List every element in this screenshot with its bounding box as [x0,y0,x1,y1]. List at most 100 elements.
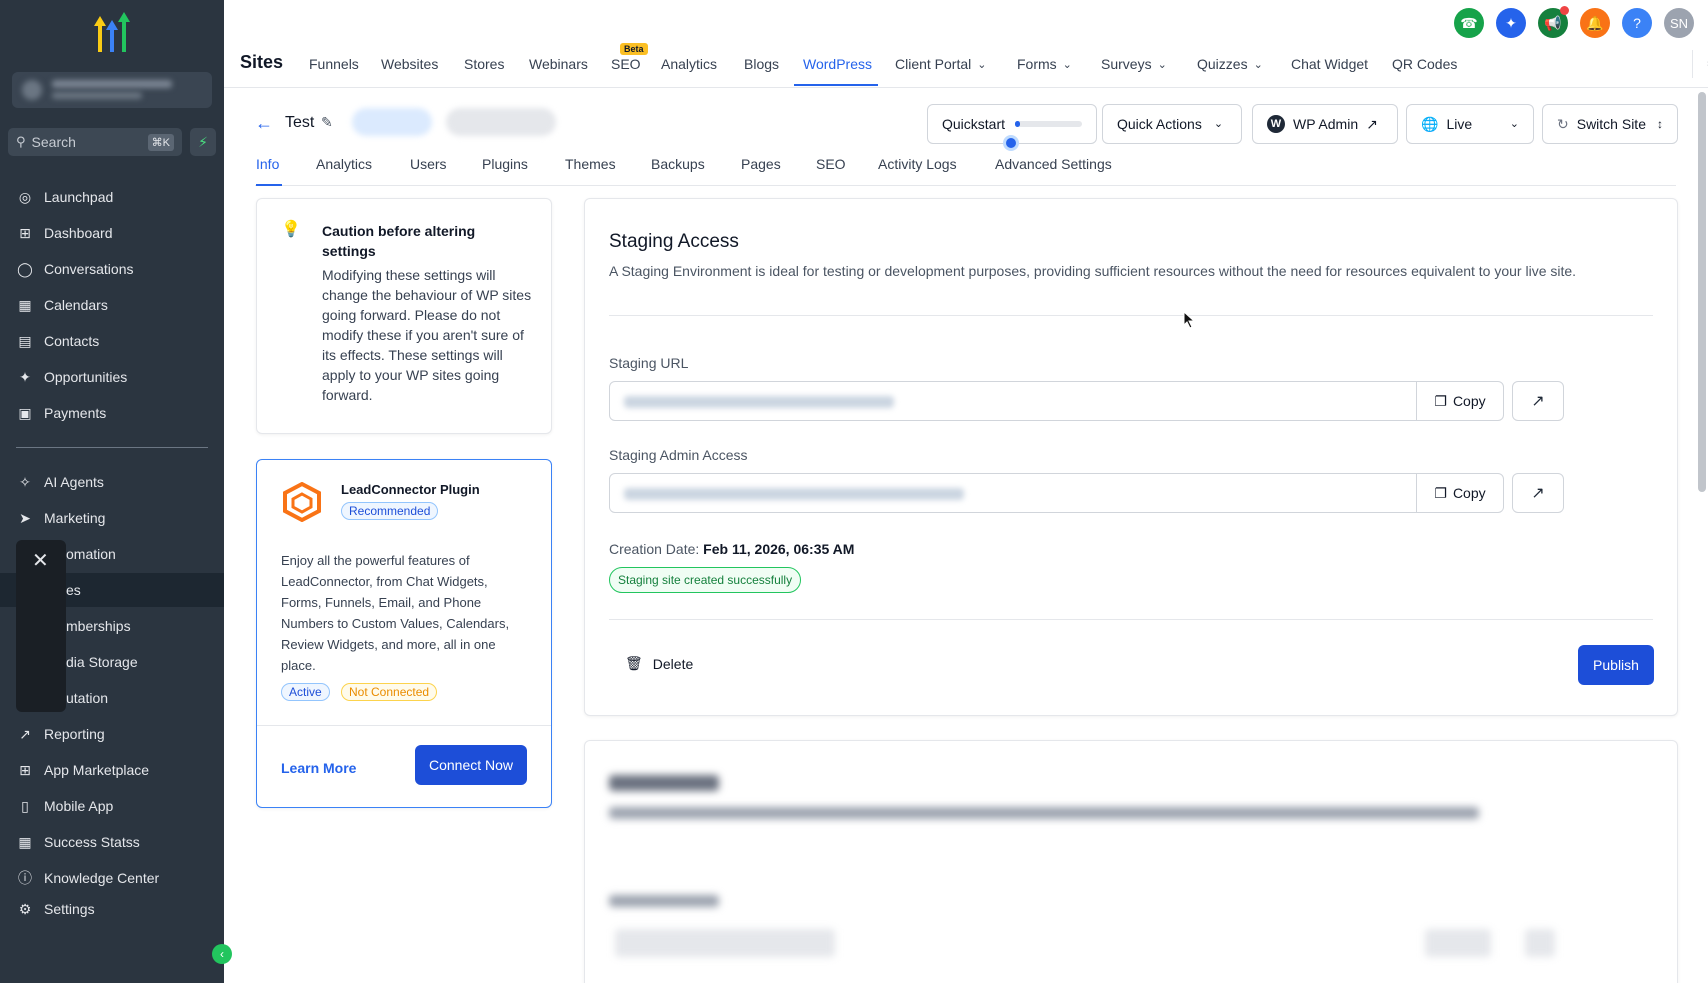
edit-pencil-icon[interactable]: ✎ [321,114,333,131]
top-navigation: Sites Funnels Websites Stores Webinars SEO Be… [224,0,1708,88]
publish-button[interactable]: Publish [1578,645,1654,685]
copy-staging-admin-button[interactable]: ❐ Copy [1416,473,1504,513]
top-tab[interactable]: Funnels [309,56,359,72]
top-tab-label: Client Portal [895,56,972,72]
account-switcher[interactable] [12,72,212,108]
subtab[interactable]: Analytics [316,156,372,172]
connect-now-button[interactable]: Connect Now [415,745,527,785]
sidebar-item[interactable]: ◎ Launchpad [0,180,224,214]
payments-icon: ▣ [18,404,32,421]
scrollbar[interactable] [1698,92,1706,492]
phone-button[interactable]: ☎ [1454,8,1484,38]
avatar[interactable]: SN [1664,8,1694,38]
subtab[interactable]: Pages [741,156,781,172]
sidebar-search[interactable]: ⚲ Search ⌘K [8,128,182,156]
quick-actions-button[interactable]: Quick Actions ⌄ [1102,104,1242,144]
top-tab[interactable]: SEO [611,56,641,72]
sidebar-item-label: AI Agents [44,474,104,490]
sidebar-item[interactable]: ➤ Marketing [0,501,224,535]
top-tab[interactable]: Chat Widget [1291,56,1368,72]
sidebar-item[interactable]: ▯ Mobile App [0,789,224,823]
subtab[interactable]: Backups [651,156,705,172]
sidebar-item[interactable]: ▦ Success Statss [0,825,224,859]
subtab[interactable]: Plugins [482,156,528,172]
bolt-icon: ⚡ [198,133,208,150]
blurred-label [609,895,719,907]
open-staging-url-button[interactable]: ↗ [1512,381,1564,421]
top-tab[interactable]: WordPress [803,56,872,72]
sidebar-item[interactable]: ▣ Payments [0,396,224,430]
recommended-badge: Recommended [341,502,439,520]
sidebar-item[interactable]: ⓘ Knowledge Center [0,861,224,895]
top-tab[interactable]: Websites [381,56,438,72]
calendar-icon: ▦ [18,296,32,313]
sidebar-item[interactable]: ▦ Calendars [0,288,224,322]
notifications-button[interactable]: 🔔 [1580,8,1610,38]
staging-url-field[interactable] [609,381,1417,421]
external-link-icon: ↗ [1531,485,1545,502]
top-tab[interactable]: Forms ⌄ [1017,56,1072,72]
brand-logo[interactable] [86,12,138,54]
sidebar-item[interactable]: ⊞ Dashboard [0,216,224,250]
top-tab-label: Webinars [529,56,588,72]
copy-icon: ❐ [1434,484,1447,501]
top-tab[interactable]: Client Portal ⌄ [895,56,986,72]
close-icon[interactable]: ✕ [32,548,49,573]
chat-icon: ◯ [17,260,33,277]
subtab[interactable]: SEO [816,156,846,172]
top-tab[interactable]: Stores [464,56,504,72]
launchpad-icon: ◎ [18,188,32,205]
subtab[interactable]: Themes [565,156,616,172]
help-button[interactable]: ? [1622,8,1652,38]
sidebar-item[interactable]: ↗ Reporting [0,717,224,751]
blurred-open [1525,929,1555,957]
info-icon: ⓘ [18,870,32,886]
top-tab[interactable]: QR Codes [1392,56,1457,72]
sidebar-item-label: es [66,582,81,598]
sidebar-item-label: Launchpad [44,189,114,205]
top-tab[interactable]: Blogs [744,56,779,72]
external-link-icon: ↗ [1366,115,1378,132]
staging-access-card: Staging Access A Staging Environment is … [584,198,1678,716]
sidebar-item[interactable]: ◯ Conversations [0,252,224,286]
top-tab[interactable]: Analytics [661,56,717,72]
active-badge: Active [281,683,330,701]
top-tab-label: Chat Widget [1291,56,1369,72]
switch-site-button[interactable]: ↻ Switch Site ↕ [1542,104,1678,144]
sidebar-divider [16,447,208,448]
ai-assistant-button[interactable]: ✦ [1496,8,1526,38]
environment-select[interactable]: 🌐 Live ⌄ [1406,104,1534,144]
collapse-sidebar-button[interactable]: ‹ [212,944,232,964]
top-tab[interactable]: Surveys ⌄ [1101,56,1167,72]
subtab[interactable]: Users [410,156,447,172]
copy-staging-url-button[interactable]: ❐ Copy [1416,381,1504,421]
back-arrow-icon[interactable]: ← [255,113,273,134]
top-tab[interactable]: Webinars [529,56,588,72]
delete-button[interactable]: 🗑 Delete [625,655,693,672]
quick-action-button[interactable]: ⚡ [190,128,216,156]
top-tab-label: Forms [1017,56,1057,72]
staging-admin-field[interactable] [609,473,1417,513]
open-staging-admin-button[interactable]: ↗ [1512,473,1564,513]
top-tab-label: Funnels [309,56,359,72]
subtab[interactable]: Advanced Settings [995,156,1112,172]
plugin-card: LeadConnector Plugin Recommended Enjoy a… [256,459,552,808]
wp-admin-button[interactable]: W WP Admin ↗ [1252,104,1398,144]
section-divider [609,315,1653,316]
page-title: Sites [240,52,284,72]
copy-label: Copy [1452,393,1486,409]
site-id-pill [352,108,432,136]
sidebar-item[interactable]: ▤ Contacts [0,324,224,358]
sidebar-item-label: Mobile App [44,798,114,814]
top-tab[interactable]: Quizzes ⌄ [1197,56,1263,72]
megaphone-icon: 📢 [1544,14,1562,31]
sidebar-item[interactable]: ✦ Opportunities [0,360,224,394]
sidebar-item-settings[interactable]: ⚙ Settings [0,892,224,926]
learn-more-link[interactable]: Learn More [281,760,356,776]
subtab[interactable]: Activity Logs [878,156,957,172]
subtab[interactable]: Info [256,156,279,172]
ai-agents-icon: ✧ [19,473,31,490]
sidebar-item[interactable]: ⊞ App Marketplace [0,753,224,787]
question-icon: ? [1633,15,1641,31]
sidebar-item[interactable]: ✧ AI Agents [0,465,224,499]
